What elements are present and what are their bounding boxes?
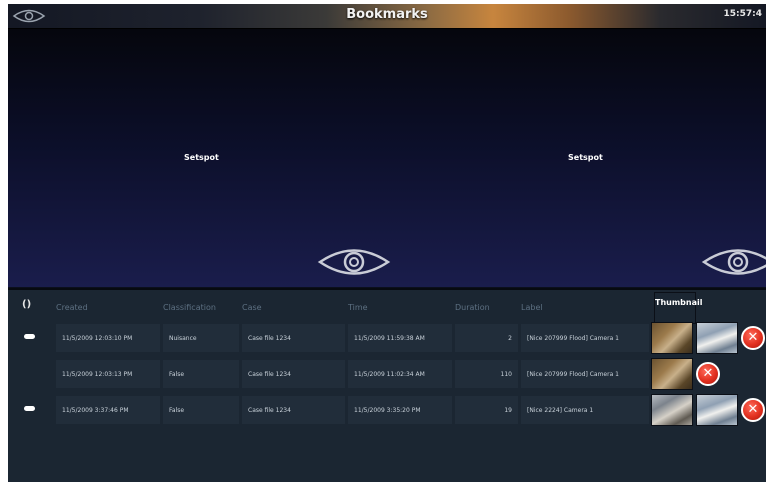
- bookmarks-window: Bookmarks 15:57:4 Setspot Setspot () Cre…: [8, 4, 766, 482]
- column-header-label[interactable]: Label: [521, 298, 543, 318]
- eye-logo-icon: [317, 249, 391, 275]
- delete-icon[interactable]: ✕: [741, 398, 765, 422]
- cell-classification: False: [163, 396, 239, 424]
- video-pane-right[interactable]: Setspot: [387, 29, 766, 287]
- column-header-created[interactable]: Created: [56, 298, 88, 318]
- cell-time: 11/5/2009 3:35:20 PM: [348, 396, 452, 424]
- cell-created: 11/5/2009 12:03:13 PM: [56, 360, 160, 388]
- video-area: Setspot Setspot: [8, 29, 766, 287]
- title-bar: Bookmarks 15:57:4: [8, 4, 766, 29]
- select-all-toggle[interactable]: (): [22, 299, 31, 310]
- cell-duration: 110: [455, 360, 518, 388]
- table-row[interactable]: 11/5/2009 3:37:46 PM False Case file 123…: [8, 392, 766, 428]
- cell-duration: 19: [455, 396, 518, 424]
- column-header-classification[interactable]: Classification: [163, 298, 216, 318]
- page-title: Bookmarks: [346, 7, 428, 22]
- thumbnail-image[interactable]: [696, 394, 738, 426]
- bookmark-marker-icon[interactable]: [24, 406, 35, 411]
- thumbnail-image[interactable]: [651, 358, 693, 390]
- cell-label: [Nice 2224] Camera 1: [521, 396, 649, 424]
- thumbnail-image[interactable]: [651, 322, 693, 354]
- thumbnail-image[interactable]: [696, 322, 738, 354]
- cell-classification: Nuisance: [163, 324, 239, 352]
- cell-case: Case file 1234: [242, 324, 345, 352]
- column-header-duration[interactable]: Duration: [455, 298, 490, 318]
- column-header-case[interactable]: Case: [242, 298, 262, 318]
- cell-case: Case file 1234: [242, 360, 345, 388]
- thumbnail-image[interactable]: [651, 394, 693, 426]
- column-header-time[interactable]: Time: [348, 298, 368, 318]
- bookmarks-table: () Created Classification Case Time Dura…: [8, 288, 766, 482]
- cell-created: 11/5/2009 12:03:10 PM: [56, 324, 160, 352]
- cell-duration: 2: [455, 324, 518, 352]
- cell-label: [Nice 207999 Flood] Camera 1: [521, 324, 649, 352]
- delete-icon[interactable]: ✕: [696, 362, 720, 386]
- video-pane-left[interactable]: Setspot: [8, 29, 391, 287]
- table-row[interactable]: 11/5/2009 12:03:10 PM Nuisance Case file…: [8, 320, 766, 356]
- cell-label: [Nice 207999 Flood] Camera 1: [521, 360, 649, 388]
- pane-label: Setspot: [184, 153, 219, 162]
- delete-icon[interactable]: ✕: [741, 326, 765, 350]
- bookmark-marker-icon[interactable]: [24, 334, 35, 339]
- clock: 15:57:4: [723, 9, 762, 19]
- cell-case: Case file 1234: [242, 396, 345, 424]
- cell-created: 11/5/2009 3:37:46 PM: [56, 396, 160, 424]
- cell-time: 11/5/2009 11:59:38 AM: [348, 324, 452, 352]
- eye-logo-icon: [701, 249, 766, 275]
- cell-classification: False: [163, 360, 239, 388]
- cell-time: 11/5/2009 11:02:34 AM: [348, 360, 452, 388]
- table-row[interactable]: 11/5/2009 12:03:13 PM False Case file 12…: [8, 356, 766, 392]
- pane-label: Setspot: [568, 153, 603, 162]
